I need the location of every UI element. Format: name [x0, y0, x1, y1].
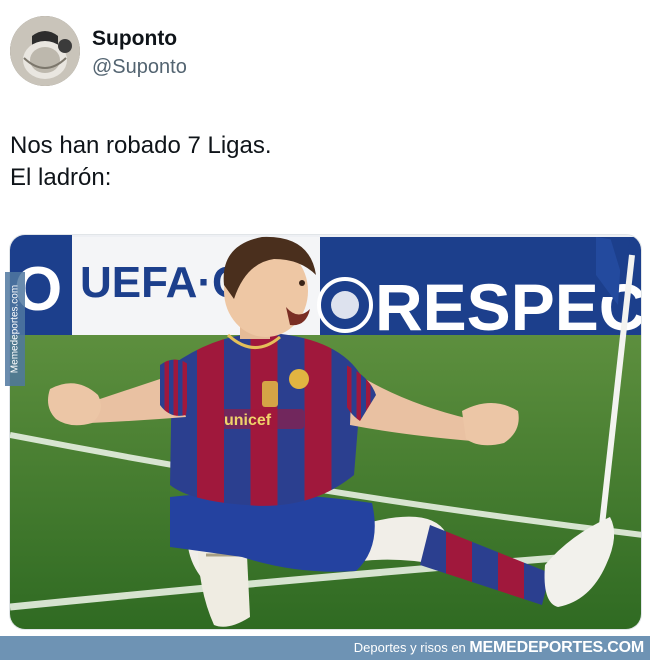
footer-watermark: Deportes y risos en MEMEDEPORTES.COM [0, 636, 650, 660]
post-text-line-1: Nos han robado 7 Ligas. [10, 132, 272, 159]
profile-avatar-icon[interactable] [10, 16, 80, 86]
side-watermark: Memedeportes.com [5, 272, 25, 386]
post-header: Suponto @Suponto [10, 16, 640, 90]
footer-watermark-text: Deportes y risos en MEMEDEPORTES.COM [354, 639, 644, 657]
author-display-name[interactable]: Suponto [92, 26, 187, 52]
footer-prefix: Deportes y risos en [353, 640, 466, 655]
post-text-line-2: El ladrón: [10, 164, 112, 191]
side-watermark-text: Memedeportes.com [9, 284, 21, 374]
board-text-left: UEFA·C [80, 258, 244, 307]
sponsor-text: unicef [224, 412, 272, 429]
post-photo[interactable]: O UEFA·C RESPECT unicef [9, 234, 642, 630]
author-names: Suponto @Suponto [92, 26, 187, 80]
post-text: Nos han robado 7 Ligas. El ladrón: [10, 130, 272, 194]
author-handle[interactable]: @Suponto [92, 54, 187, 80]
footer-brand[interactable]: MEMEDEPORTES.COM [469, 639, 644, 656]
